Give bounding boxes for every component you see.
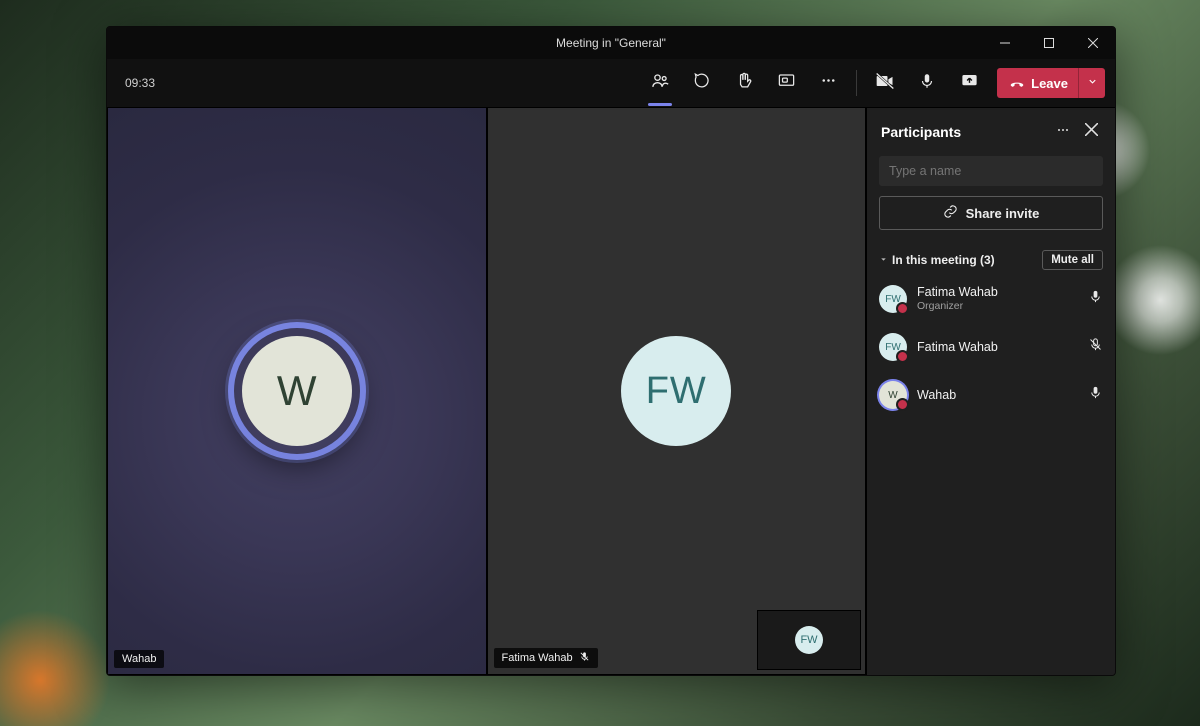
chevron-down-icon — [1087, 74, 1098, 92]
share-button[interactable] — [951, 65, 987, 101]
microphone-muted-icon[interactable] — [1088, 337, 1103, 357]
participant-name: Wahab — [917, 388, 956, 403]
meeting-window: Meeting in "General" 09:33 — [106, 26, 1116, 676]
muted-icon — [579, 651, 590, 665]
mute-all-button[interactable]: Mute all — [1042, 250, 1103, 270]
rooms-icon — [777, 71, 796, 95]
search-input[interactable] — [879, 156, 1103, 186]
caret-down-icon — [879, 251, 888, 269]
participants-panel: Participants — [866, 108, 1115, 675]
speaking-ring — [234, 328, 360, 454]
participant-name: Fatima Wahab — [917, 285, 998, 300]
avatar-fatima: FW — [621, 336, 731, 446]
reactions-button[interactable] — [726, 65, 762, 101]
close-button[interactable] — [1071, 27, 1115, 59]
more-button[interactable] — [810, 65, 846, 101]
window-controls — [983, 27, 1115, 59]
participant-avatar: FW — [879, 285, 907, 313]
share-screen-icon — [960, 71, 979, 95]
participant-avatar: FW — [879, 333, 907, 361]
camera-button[interactable] — [867, 65, 903, 101]
more-icon — [1055, 122, 1071, 143]
participant-row[interactable]: FW Fatima Wahab — [879, 328, 1103, 366]
toolbar-divider — [856, 70, 857, 96]
participant-avatar: W — [879, 381, 907, 409]
raise-hand-icon — [735, 71, 754, 95]
mute-all-label: Mute all — [1051, 254, 1094, 266]
microphone-icon[interactable] — [1088, 289, 1103, 309]
participant-row[interactable]: FW Fatima Wahab Organizer — [879, 280, 1103, 318]
participant-role: Organizer — [917, 300, 998, 313]
minimize-button[interactable] — [983, 27, 1027, 59]
call-timer-value: 09:33 — [125, 76, 155, 90]
name-badge-wahab: Wahab — [114, 650, 164, 668]
video-tile-wahab[interactable]: W Wahab — [107, 108, 487, 675]
panel-header: Participants — [867, 108, 1115, 156]
share-invite-button[interactable]: Share invite — [879, 196, 1103, 230]
participant-row[interactable]: W Wahab — [879, 376, 1103, 414]
hangup-icon — [1009, 74, 1025, 93]
link-icon — [943, 204, 958, 222]
participants-button[interactable] — [642, 65, 678, 101]
avatar-initials: FW — [800, 634, 817, 646]
microphone-icon — [918, 72, 936, 95]
camera-off-icon — [875, 71, 895, 96]
content-area: W Wahab FW Fatima Wahab — [107, 108, 1115, 675]
status-dot-busy — [896, 350, 909, 363]
titlebar: Meeting in "General" — [107, 27, 1115, 59]
microphone-icon[interactable] — [1088, 385, 1103, 405]
participant-text: Fatima Wahab Organizer — [917, 285, 998, 313]
people-icon — [650, 71, 670, 96]
name-label: Wahab — [122, 653, 156, 665]
panel-more-button[interactable] — [1049, 118, 1077, 146]
window-title: Meeting in "General" — [107, 36, 1115, 50]
name-badge-fatima: Fatima Wahab — [494, 648, 598, 668]
call-timer[interactable]: 09:33 — [117, 59, 163, 107]
section-label: In this meeting (3) — [892, 253, 995, 267]
meeting-toolbar: 09:33 — [107, 59, 1115, 108]
microphone-button[interactable] — [909, 65, 945, 101]
video-stage: W Wahab FW Fatima Wahab — [107, 108, 866, 675]
panel-close-button[interactable] — [1077, 118, 1105, 146]
leave-label: Leave — [1031, 76, 1068, 91]
section-in-meeting[interactable]: In this meeting (3) Mute all — [879, 240, 1103, 270]
self-view[interactable]: FW — [757, 610, 861, 670]
status-dot-busy — [896, 398, 909, 411]
leave-chevron[interactable] — [1078, 68, 1105, 98]
leave-button[interactable]: Leave — [997, 68, 1105, 98]
maximize-button[interactable] — [1027, 27, 1071, 59]
panel-body: Share invite In this meeting (3) Mute al… — [867, 156, 1115, 414]
leave-main[interactable]: Leave — [997, 68, 1078, 98]
avatar-initials: FW — [646, 370, 707, 413]
share-invite-label: Share invite — [966, 206, 1040, 221]
chat-button[interactable] — [684, 65, 720, 101]
self-avatar: FW — [795, 626, 823, 654]
participant-text: Fatima Wahab — [917, 340, 998, 355]
avatar-initials: W — [888, 390, 897, 401]
participant-text: Wahab — [917, 388, 956, 403]
close-icon — [1085, 123, 1098, 141]
name-label: Fatima Wahab — [502, 652, 573, 664]
chat-icon — [693, 71, 712, 95]
rooms-button[interactable] — [768, 65, 804, 101]
video-tile-fatima[interactable]: FW Fatima Wahab FW — [487, 108, 867, 675]
status-dot-busy — [896, 302, 909, 315]
participant-name: Fatima Wahab — [917, 340, 998, 355]
more-icon — [819, 71, 838, 95]
panel-title: Participants — [881, 124, 961, 140]
